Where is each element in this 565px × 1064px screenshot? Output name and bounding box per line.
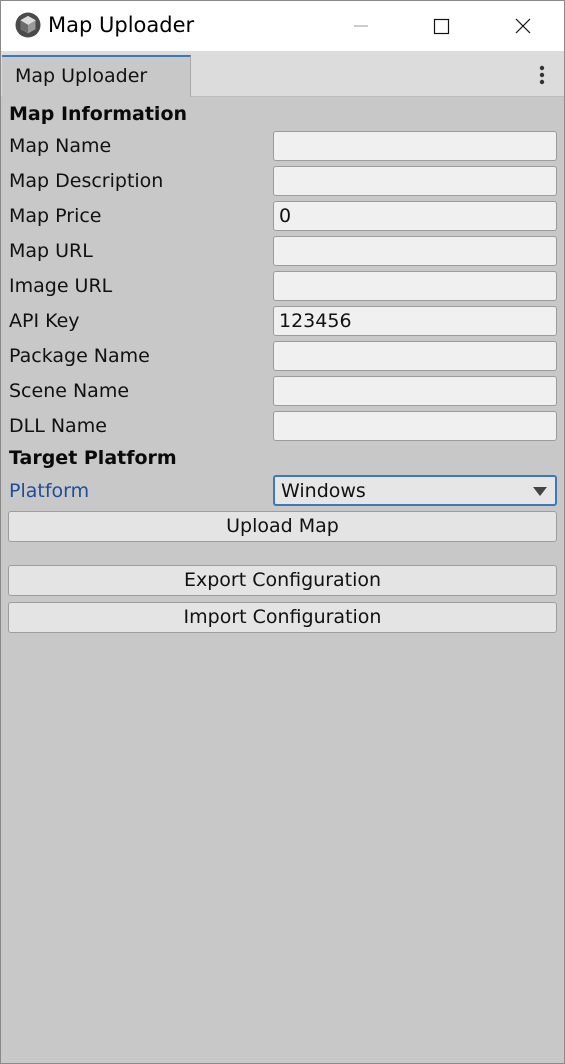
maximize-icon <box>433 18 450 35</box>
scene-name-label: Scene Name <box>9 380 130 402</box>
dropdown-arrow-icon <box>533 487 547 496</box>
dll-name-field[interactable] <box>273 411 557 441</box>
window-title: Map Uploader <box>48 13 195 37</box>
section-map-information: Map Information <box>9 103 188 125</box>
api-key-label: API Key <box>9 310 80 332</box>
tab-label: Map Uploader <box>15 65 148 87</box>
api-key-field[interactable] <box>273 306 557 336</box>
tab-strip: Map Uploader <box>1 51 564 97</box>
minimize-button[interactable] <box>331 1 391 51</box>
scene-name-field[interactable] <box>273 376 557 406</box>
map-description-field[interactable] <box>273 166 557 196</box>
package-name-label: Package Name <box>9 345 150 367</box>
map-name-field[interactable] <box>273 131 557 161</box>
platform-label: Platform <box>9 480 90 502</box>
image-url-field[interactable] <box>273 271 557 301</box>
export-configuration-button[interactable]: Export Configuration <box>8 565 557 596</box>
close-icon <box>515 18 531 34</box>
map-url-field[interactable] <box>273 236 557 266</box>
map-price-field[interactable] <box>273 201 557 231</box>
platform-dropdown[interactable]: Windows <box>273 475 557 506</box>
platform-selected-value: Windows <box>281 480 366 502</box>
image-url-label: Image URL <box>9 275 113 297</box>
maximize-button[interactable] <box>411 1 471 51</box>
map-uploader-window: Map Uploader Map Uploader Map Informatio… <box>0 0 565 1064</box>
import-configuration-button[interactable]: Import Configuration <box>8 602 557 633</box>
title-bar[interactable]: Map Uploader <box>1 1 564 51</box>
minimize-icon <box>354 25 368 27</box>
dll-name-label: DLL Name <box>9 415 107 437</box>
tab-map-uploader[interactable]: Map Uploader <box>2 55 191 97</box>
map-name-label: Map Name <box>9 135 112 157</box>
close-button[interactable] <box>493 1 553 51</box>
section-target-platform: Target Platform <box>9 447 177 469</box>
map-price-label: Map Price <box>9 205 102 227</box>
map-url-label: Map URL <box>9 240 93 262</box>
unity-logo-icon <box>15 12 41 38</box>
upload-map-button[interactable]: Upload Map <box>8 511 557 542</box>
more-vertical-icon[interactable] <box>532 64 552 86</box>
map-description-label: Map Description <box>9 170 164 192</box>
package-name-field[interactable] <box>273 341 557 371</box>
